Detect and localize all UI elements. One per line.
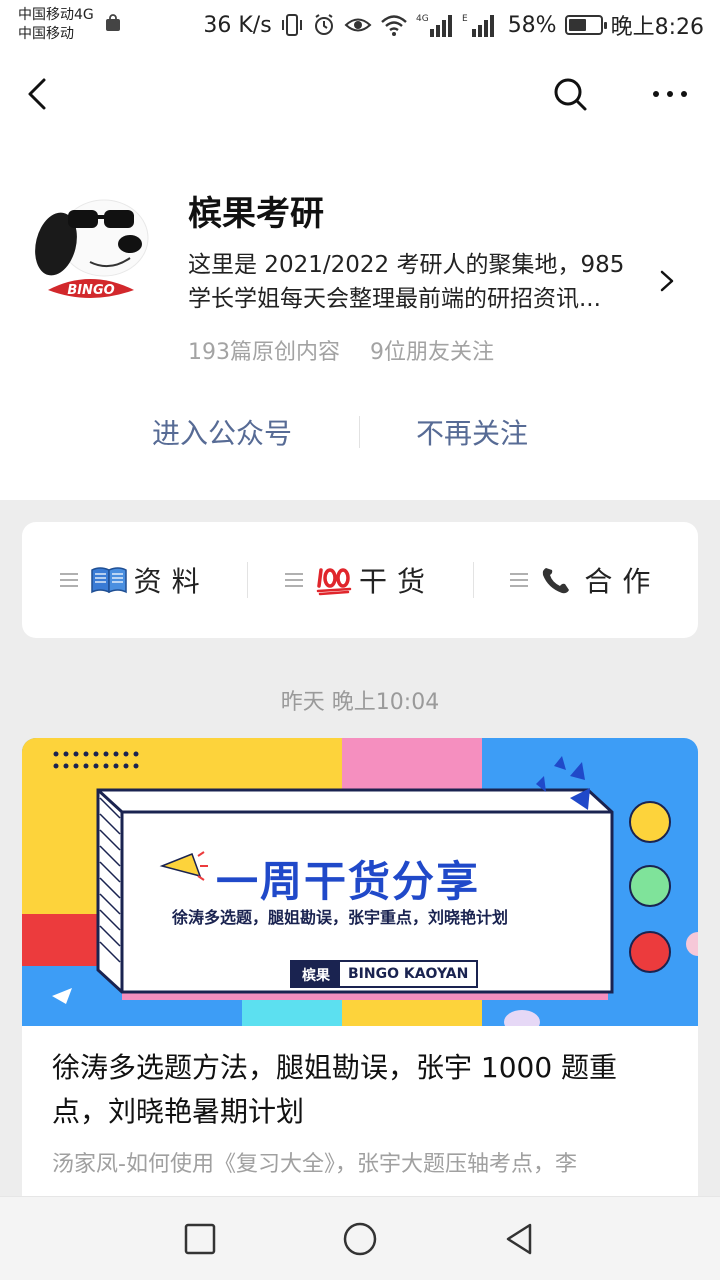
recent-apps-icon[interactable] [180, 1219, 220, 1259]
battery-level [568, 19, 586, 31]
account-menu: 资料 干货 合作 [22, 522, 698, 638]
eye-comfort-icon [344, 18, 372, 32]
avatar[interactable]: BINGO [30, 182, 154, 306]
menu-lines-icon [59, 573, 78, 587]
account-name: 槟果考研 [188, 194, 324, 234]
article-cover[interactable]: 一周干货分享 徐涛多选题，腿姐勘误，张宇重点，刘晓艳计划 槟果 BINGO KA… [22, 738, 698, 1026]
search-icon[interactable] [548, 72, 592, 116]
navigation-bar [0, 50, 720, 140]
wifi-icon [380, 15, 407, 36]
article-title[interactable]: 徐涛多选题方法，腿姐勘误，张宇 1000 题重点，刘晓艳暑期计划 [52, 1046, 672, 1134]
message-timestamp: 昨天 晚上10:04 [280, 690, 440, 715]
more-icon[interactable] [646, 72, 694, 116]
system-back-icon[interactable] [500, 1219, 540, 1259]
menu-lines-icon [510, 573, 529, 587]
cover-title: 一周干货分享 [216, 857, 481, 906]
menu-item-materials[interactable]: 资料 [22, 522, 247, 638]
original-count: 193篇原创内容 [188, 340, 340, 365]
signal-4g-icon: 4G [416, 14, 452, 37]
account-actions: 进入公众号 不再关注 [0, 412, 720, 452]
shopping-bag-icon [106, 14, 120, 31]
status-bar: 中国移动4G 中国移动 36 K/s 4G E 58% 晚上8:26 [0, 0, 720, 50]
carrier-info: 中国移动4G 中国移动 [18, 6, 94, 44]
book-icon [90, 567, 127, 594]
account-profile: BINGO 槟果考研 这里是 2021/2022 考研人的聚集地，985 学长学… [0, 140, 720, 500]
account-description[interactable]: 这里是 2021/2022 考研人的聚集地，985 学长学姐每天会整理最前端的研… [188, 248, 648, 316]
menu-text: 资料 [133, 565, 210, 598]
menu-item-label: 合作 [540, 560, 660, 600]
alarm-icon [314, 14, 333, 35]
enter-account-button[interactable]: 进入公众号 [152, 412, 292, 452]
hundred-points-icon [316, 568, 352, 596]
carrier-secondary: 中国移动 [18, 26, 74, 42]
telephone-icon [543, 568, 570, 594]
menu-item-tips[interactable]: 干货 [247, 522, 472, 638]
signal-e-icon: E [462, 14, 494, 37]
menu-item-cooperation[interactable]: 合作 [472, 522, 698, 638]
article-card[interactable]: 一周干货分享 徐涛多选题，腿姐勘误，张宇重点，刘晓艳计划 槟果 BINGO KA… [22, 738, 698, 1208]
description-line: 学长学姐每天会整理最前端的研招资讯... [188, 286, 601, 312]
battery-percent: 58% [507, 12, 557, 38]
menu-item-label: 资料 [90, 560, 210, 600]
menu-text: 合作 [584, 565, 661, 598]
vibrate-icon [281, 14, 302, 36]
menu-item-label: 干货 [315, 560, 435, 600]
divider [359, 416, 360, 448]
system-navigation-bar [0, 1196, 720, 1280]
chevron-right-icon[interactable] [656, 266, 678, 296]
description-line: 这里是 2021/2022 考研人的聚集地，985 [188, 252, 625, 278]
home-icon[interactable] [340, 1219, 380, 1259]
back-arrow-icon[interactable] [18, 72, 58, 116]
cover-subtitle: 徐涛多选题，腿姐勘误，张宇重点，刘晓艳计划 [172, 908, 509, 927]
svg-text:4G: 4G [416, 14, 429, 24]
battery-icon [564, 15, 607, 35]
carrier-primary: 中国移动4G [18, 7, 94, 23]
svg-text:E: E [462, 14, 468, 24]
menu-text: 干货 [358, 565, 435, 598]
menu-lines-icon [284, 573, 303, 587]
status-indicators: 36 K/s 4G E 58% 晚上8:26 [203, 10, 704, 41]
friends-following: 9位朋友关注 [370, 340, 494, 365]
clock: 晚上8:26 [610, 15, 704, 40]
account-stats: 193篇原创内容 9位朋友关注 [188, 334, 494, 366]
article-digest: 汤家凤-如何使用《复习大全》，张宇大题压轴考点，李 [52, 1152, 577, 1177]
network-speed: 36 K/s [203, 12, 272, 38]
svg-text:BINGO: BINGO [67, 283, 114, 298]
cover-brand-cn: 槟果 [292, 962, 340, 986]
unfollow-button[interactable]: 不再关注 [416, 412, 528, 452]
cover-brand-en: BINGO KAOYAN [340, 962, 477, 986]
cover-brand: 槟果 BINGO KAOYAN [290, 960, 479, 988]
